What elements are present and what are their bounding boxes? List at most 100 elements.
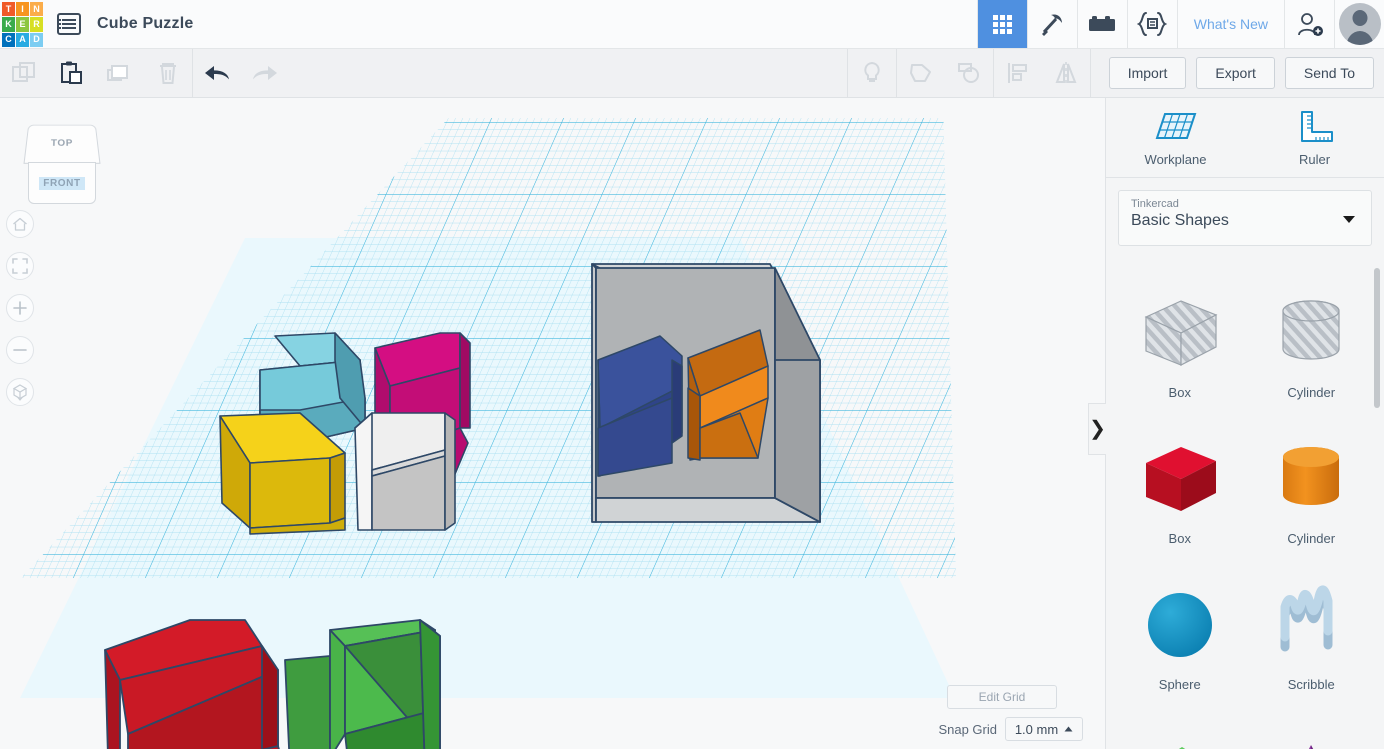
undo-button[interactable]	[193, 49, 241, 98]
plus-icon	[13, 301, 27, 315]
cylinder-hole-icon	[1282, 300, 1340, 360]
group-button[interactable]	[897, 49, 945, 98]
view-cube[interactable]: TOP FRONT	[22, 116, 102, 206]
shape-gallery: Box Cylinder Box Cylinder Sphere Scribbl…	[1106, 261, 1384, 749]
shapes-panel: ❯ Workplane Ruler Tinkercad Basic Shapes…	[1088, 98, 1384, 749]
edit-grid-button[interactable]: Edit Grid	[947, 685, 1057, 709]
group-shapes-icon	[909, 64, 931, 82]
fit-to-view-button[interactable]	[6, 252, 34, 280]
workplane-tool[interactable]: Workplane	[1126, 108, 1226, 167]
zoom-in-button[interactable]	[6, 294, 34, 322]
zoom-out-button[interactable]	[6, 336, 34, 364]
toolbar-action-buttons: Import Export Send To	[1091, 57, 1384, 89]
view-cube-top-face[interactable]: TOP	[23, 124, 101, 164]
logo-letter-k: K	[2, 17, 15, 32]
cone-icon	[1309, 745, 1314, 749]
copy-icon	[12, 62, 35, 82]
align-icon	[1007, 63, 1027, 83]
copy-button[interactable]	[0, 49, 48, 98]
logo-letter-a: A	[16, 32, 29, 47]
shape-item-cylinder-hole[interactable]: Cylinder	[1246, 275, 1378, 415]
pickaxe-icon[interactable]	[1026, 0, 1077, 48]
box-solid-icon	[1145, 447, 1216, 511]
align-tool-group	[994, 49, 1090, 98]
codeblocks-glyph	[1137, 12, 1168, 36]
ruler-tool[interactable]: Ruler	[1265, 108, 1365, 167]
cone-thumbnail	[1267, 725, 1355, 749]
cylinder-hole-thumbnail	[1271, 287, 1351, 379]
avatar-image	[1338, 3, 1381, 45]
shape-item-box-solid[interactable]: Box	[1114, 421, 1246, 561]
tinkercad-logo[interactable]: T I N K E R C A D	[0, 0, 45, 49]
scribble-icon	[1280, 585, 1333, 652]
snap-grid-control: Snap Grid 1.0 mm	[938, 717, 1083, 741]
home-icon	[13, 217, 27, 231]
chevron-right-icon[interactable]: ❯	[1088, 403, 1106, 455]
shape-item-box-hole[interactable]: Box	[1114, 275, 1246, 415]
home-view-button[interactable]	[6, 210, 34, 238]
paste-button[interactable]	[48, 49, 96, 98]
workplane-grid-icon	[1155, 113, 1196, 139]
send-to-button[interactable]: Send To	[1284, 57, 1374, 89]
paste-icon	[61, 61, 82, 84]
logo-letter-d: D	[30, 32, 43, 47]
shape-label: Box	[1168, 531, 1191, 546]
codeblocks-icon[interactable]	[1126, 0, 1177, 48]
list-menu-icon[interactable]	[45, 0, 93, 48]
view-cube-front-label: FRONT	[39, 176, 85, 190]
align-button[interactable]	[994, 49, 1042, 98]
view-cube-front-face[interactable]: FRONT	[28, 162, 96, 204]
ruler-icon	[1300, 111, 1333, 142]
redo-arrow-icon	[253, 66, 277, 80]
mirror-icon	[1055, 62, 1077, 84]
design-canvas[interactable]: TOP FRONT Edit Grid Snap Grid 1.0 mm	[0, 98, 1105, 749]
shape-library-select[interactable]: Tinkercad Basic Shapes	[1118, 190, 1372, 246]
import-button[interactable]: Import	[1108, 57, 1187, 89]
library-collection-value: Basic Shapes	[1131, 212, 1229, 229]
notes-button[interactable]	[848, 49, 896, 98]
workplane-scene[interactable]	[0, 98, 1105, 749]
shape-item-sphere[interactable]: Sphere	[1114, 567, 1246, 707]
scribble-thumbnail	[1271, 579, 1351, 671]
redo-button[interactable]	[241, 49, 289, 98]
whats-new-link[interactable]: What's New	[1176, 0, 1284, 48]
snap-grid-label: Snap Grid	[938, 721, 997, 737]
library-source-label: Tinkercad	[1131, 198, 1179, 210]
shape-item-cone[interactable]	[1246, 713, 1378, 749]
snap-grid-select[interactable]: 1.0 mm	[1005, 717, 1083, 741]
mirror-button[interactable]	[1042, 49, 1090, 98]
roof-thumbnail	[1136, 725, 1224, 749]
shape-item-roof[interactable]	[1114, 713, 1246, 749]
panel-tools: Workplane Ruler	[1106, 98, 1384, 178]
shape-label: Cylinder	[1287, 385, 1336, 400]
designs-grid-icon[interactable]	[976, 0, 1027, 48]
add-person-icon[interactable]	[1284, 0, 1334, 48]
chevron-down-icon	[1343, 216, 1355, 223]
view-mode-toggle-button[interactable]	[6, 378, 34, 406]
user-avatar[interactable]	[1334, 0, 1384, 48]
white-puzzle-piece[interactable]	[354, 412, 456, 531]
app-header: T I N K E R C A D Cube Puzzle What's New	[0, 0, 1384, 49]
logo-letter-e: E	[16, 17, 29, 32]
lego-brick-glyph	[1089, 16, 1116, 31]
workplane-tool-label: Workplane	[1144, 152, 1207, 167]
header-tool-group: What's New	[976, 0, 1384, 48]
shape-item-scribble[interactable]: Scribble	[1246, 567, 1378, 707]
ungroup-button[interactable]	[945, 49, 993, 98]
blue-puzzle-piece[interactable]	[597, 335, 683, 477]
box-hole-thumbnail	[1136, 287, 1224, 379]
main-toolbar: Import Export Send To	[0, 48, 1384, 98]
export-button[interactable]: Export	[1196, 57, 1275, 89]
shape-label: Cylinder	[1287, 531, 1336, 546]
shape-label: Scribble	[1287, 677, 1335, 692]
shape-item-cylinder-solid[interactable]: Cylinder	[1246, 421, 1378, 561]
cylinder-solid-thumbnail	[1271, 433, 1351, 525]
lego-brick-icon[interactable]	[1076, 0, 1127, 48]
shape-label: Box	[1168, 385, 1191, 400]
minus-icon	[13, 349, 27, 351]
history-tool-group	[193, 49, 289, 98]
delete-button[interactable]	[144, 49, 192, 98]
cylinder-solid-icon	[1283, 447, 1340, 505]
duplicate-button[interactable]	[96, 49, 144, 98]
logo-letter-i: I	[16, 2, 29, 17]
